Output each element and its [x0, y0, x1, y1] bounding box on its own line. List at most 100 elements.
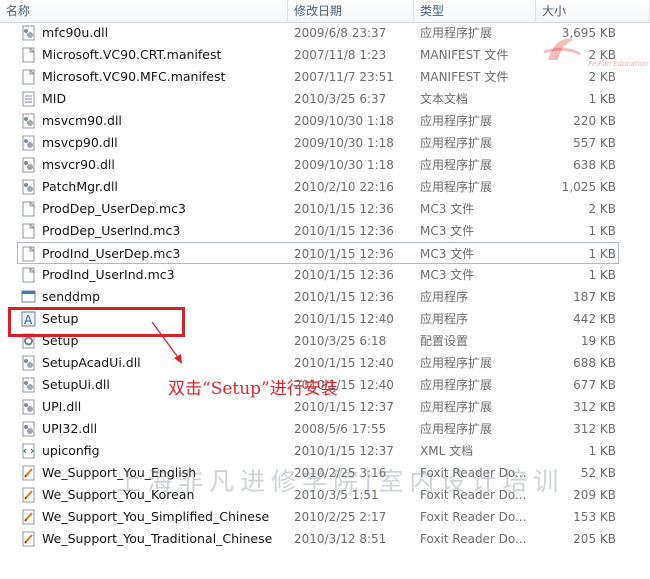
file-type: MANIFEST 文件: [420, 70, 509, 84]
file-type: 应用程序扩展: [420, 26, 493, 40]
file-name: We_Support_You_Simplified_Chinese: [42, 509, 270, 524]
file-type: 应用程序扩展: [420, 356, 493, 370]
dll-icon: [21, 113, 36, 129]
file-name: ProdDep_UserDep.mc3: [42, 201, 186, 216]
pdf-icon: [21, 531, 36, 547]
file-row[interactable]: ProdDep_UserInd.mc3 2010/1/15 12:36 MC3 文件…: [0, 220, 650, 242]
file-date: 2010/1/15 12:36: [294, 268, 394, 282]
watermark: 上海非凡进修学院|室内设计培训: [116, 467, 565, 496]
exe-icon: [21, 289, 36, 305]
file-icon: [21, 245, 36, 262]
file-name: MID: [42, 91, 67, 106]
file-date: 2010/1/15 12:40: [294, 312, 394, 326]
file-type: 应用程序: [420, 312, 469, 326]
file-type: MC3 文件: [420, 268, 475, 282]
file-row[interactable]: SetupAcadUi.dll 2010/1/15 12:40 应用程序扩展 688 …: [0, 352, 650, 374]
dll-icon: [21, 179, 36, 195]
file-type: MC3 文件: [420, 224, 475, 238]
dll-icon: [21, 421, 36, 437]
text-icon: [21, 91, 36, 107]
file-name: PatchMgr.dll: [42, 179, 118, 194]
file-size: 557 KB: [573, 136, 616, 150]
column-name-header[interactable]: 名称: [0, 0, 288, 22]
file-row[interactable]: upiconfig 2010/1/15 12:37 XML 文档 1 KB: [0, 440, 650, 462]
file-size: 1 KB: [588, 224, 616, 238]
pdf-icon: [21, 487, 36, 503]
file-type: 应用程序扩展: [420, 180, 493, 194]
file-size: 312 KB: [573, 422, 616, 436]
file-date: 2008/5/6 17:55: [294, 422, 387, 436]
file-type: Foxit Reader Do...: [420, 532, 527, 546]
dll-icon: [21, 377, 36, 393]
file-row[interactable]: senddmp 2010/1/15 12:36 应用程序 187 KB: [0, 286, 650, 308]
file-name: We_Support_You_Traditional_Chinese: [42, 531, 273, 546]
file-date: 2007/11/7 23:51: [294, 70, 394, 84]
file-date: 2009/10/30 1:18: [294, 158, 394, 172]
file-type: 配置设置: [420, 334, 469, 348]
file-row[interactable]: ProdDep_UserDep.mc3 2010/1/15 12:36 MC3 文件…: [0, 198, 650, 220]
file-size: 1 KB: [588, 247, 616, 261]
file-row[interactable]: We_Support_You_Simplified_Chinese 2010/2/…: [0, 506, 650, 528]
file-type: 应用程序扩展: [420, 422, 493, 436]
file-name: senddmp: [42, 289, 101, 304]
file-row[interactable]: UPI.dll 2010/1/15 12:37 应用程序扩展 312 KB: [0, 396, 650, 418]
file-row[interactable]: ProdInd_UserDep.mc3 2010/1/15 12:36 MC3 文件…: [17, 242, 619, 264]
column-type-header[interactable]: 类型: [414, 0, 536, 22]
file-date: 2009/10/30 1:18: [294, 114, 394, 128]
file-icon: [21, 266, 36, 283]
file-date: 2010/3/25 6:18: [294, 334, 387, 348]
file-row[interactable]: msvcm90.dll 2009/10/30 1:18 应用程序扩展 220 KB: [0, 110, 650, 132]
pdf-icon: [21, 509, 36, 525]
column-size-header[interactable]: 大小: [536, 0, 650, 22]
file-row[interactable]: msvcp90.dll 2009/10/30 1:18 应用程序扩展 557 KB: [0, 132, 650, 154]
dll-icon: [21, 135, 36, 151]
column-date-header[interactable]: 修改日期: [288, 0, 414, 22]
file-size: 187 KB: [573, 290, 616, 304]
file-date: 2010/1/15 12:37: [294, 444, 394, 458]
file-name: upiconfig: [42, 443, 100, 458]
dll-icon: [21, 157, 36, 173]
file-date: 2009/10/30 1:18: [294, 136, 394, 150]
file-date: 2010/1/15 12:36: [294, 202, 394, 216]
file-type: 应用程序扩展: [420, 400, 493, 414]
file-type: 文本文档: [420, 92, 469, 106]
file-row[interactable]: ProdInd_UserInd.mc3 2010/1/15 12:36 MC3 文件…: [0, 264, 650, 286]
xml-icon: [21, 443, 36, 459]
file-row[interactable]: PatchMgr.dll 2010/2/10 22:16 应用程序扩展 1,025 K…: [0, 176, 650, 198]
file-size: 442 KB: [573, 312, 616, 326]
file-date: 2010/1/15 12:36: [294, 290, 394, 304]
file-date: 2010/2/25 2:17: [294, 510, 387, 524]
file-size: 153 KB: [573, 510, 616, 524]
file-type: 应用程序扩展: [420, 158, 493, 172]
file-date: 2010/1/15 12:37: [294, 400, 394, 414]
file-size: 2 KB: [588, 202, 616, 216]
file-type: MC3 文件: [420, 202, 475, 216]
pdf-icon: [21, 465, 36, 481]
file-type: MANIFEST 文件: [420, 48, 509, 62]
instruction-annotation: 双击“Setup”进行安装: [168, 379, 338, 399]
file-row[interactable]: UPI32.dll 2008/5/6 17:55 应用程序扩展 312 KB: [0, 418, 650, 440]
file-row[interactable]: MID 2010/3/25 6:37 文本文档 1 KB: [0, 88, 650, 110]
file-type: 应用程序扩展: [420, 378, 493, 392]
arrow-icon: [151, 321, 182, 364]
file-name: msvcp90.dll: [42, 135, 118, 150]
file-row[interactable]: We_Support_You_Traditional_Chinese 2010/3…: [0, 528, 650, 550]
file-row[interactable]: msvcr90.dll 2009/10/30 1:18 应用程序扩展 638 KB: [0, 154, 650, 176]
file-type: MC3 文件: [420, 247, 475, 261]
dll-icon: [21, 399, 36, 415]
file-type: 应用程序: [420, 290, 469, 304]
file-date: 2009/6/8 23:37: [294, 26, 387, 40]
file-name: msvcr90.dll: [42, 157, 115, 172]
file-icon: [21, 68, 36, 85]
file-name: ProdInd_UserDep.mc3: [42, 246, 181, 261]
file-type: 应用程序扩展: [420, 114, 493, 128]
file-name: UPI32.dll: [42, 421, 98, 436]
file-date: 2010/1/15 12:40: [294, 356, 394, 370]
file-name: mfc90u.dll: [42, 25, 109, 40]
logo-subtitle: FeiFan Education: [588, 60, 649, 68]
file-size: 1 KB: [588, 92, 616, 106]
file-size: 1 KB: [588, 444, 616, 458]
file-icon: [21, 200, 36, 217]
file-size: 677 KB: [573, 378, 616, 392]
file-name: UPI.dll: [42, 399, 82, 414]
